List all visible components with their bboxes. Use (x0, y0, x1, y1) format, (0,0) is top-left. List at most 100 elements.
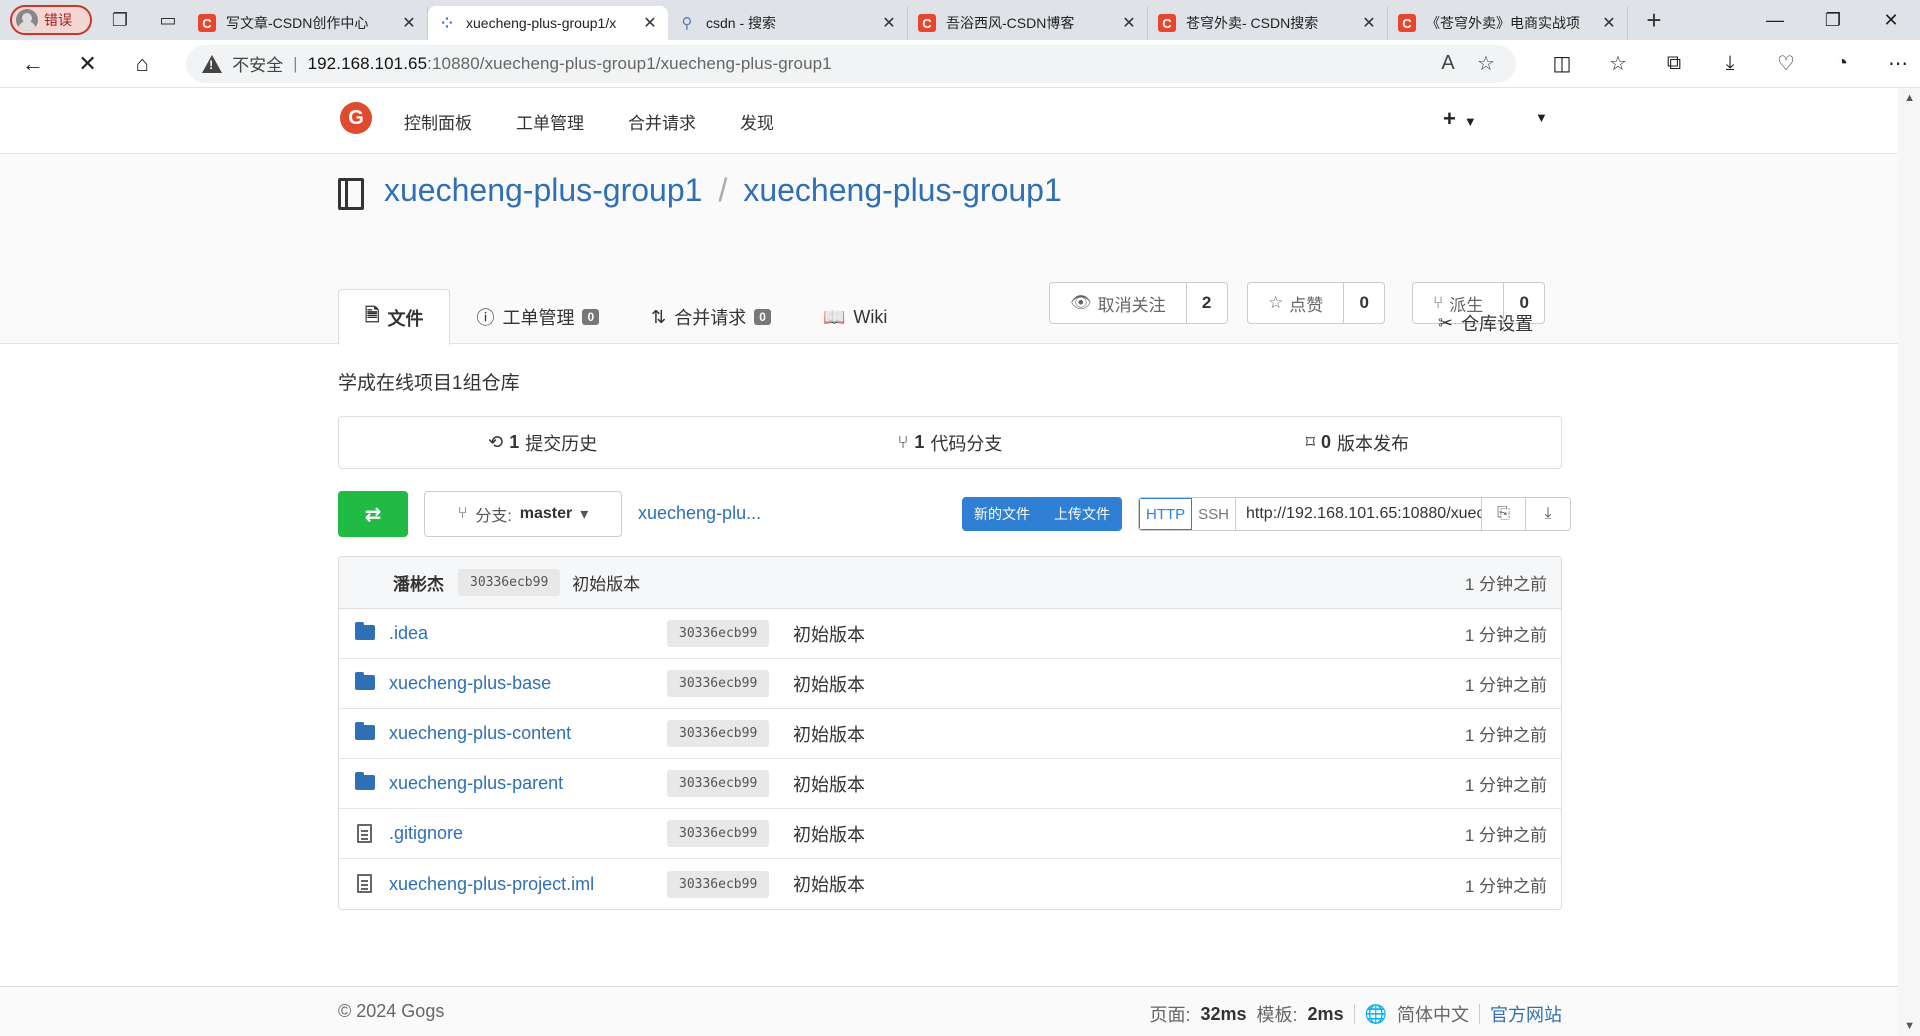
file-buttons: 新的文件 上传文件 (962, 497, 1122, 531)
close-window-icon[interactable]: ✕ (1862, 0, 1920, 40)
new-file-button[interactable]: 新的文件 (962, 497, 1042, 531)
nav-link[interactable]: 发现 (740, 109, 774, 134)
collections-icon[interactable]: ⧉ (1652, 46, 1696, 82)
repo-owner-link[interactable]: xuecheng-plus-group1 (384, 172, 702, 209)
home-icon[interactable]: ⌂ (120, 46, 164, 82)
close-tab-icon[interactable]: ✕ (401, 13, 417, 33)
close-tab-icon[interactable]: ✕ (1601, 13, 1617, 33)
repo-title-slash: / (718, 172, 728, 208)
workspaces-icon[interactable]: ❐ (100, 5, 140, 35)
clone-url-input[interactable]: http://192.168.101.65:10880/xuecheng-plu… (1236, 498, 1483, 530)
address-bar[interactable]: 不安全 | 192.168.101.65:10880/xuecheng-plus… (186, 44, 1516, 83)
browser-tab[interactable]: C 吾浴西风-CSDN博客 ✕ (908, 6, 1148, 40)
file-name-link[interactable]: xuecheng-plus-parent (389, 773, 563, 794)
commits-stat[interactable]: ⟲ 1 提交历史 (339, 417, 746, 468)
edge-extension-icon[interactable]: ◔ (1820, 46, 1864, 82)
user-menu-chevron-icon[interactable]: ▼ (1535, 110, 1548, 125)
close-tab-icon[interactable]: ✕ (881, 13, 897, 33)
tab-issues[interactable]: ⓘ 工单管理 0 (450, 290, 625, 344)
branch-selector[interactable]: ⑂ 分支: master ▾ (424, 491, 622, 537)
back-icon[interactable]: ← (11, 46, 55, 82)
stop-loading-icon[interactable]: ✕ (66, 46, 110, 82)
compare-button[interactable]: ⇄ (338, 491, 408, 537)
file-commit-sha[interactable]: 30336ecb99 (667, 770, 770, 797)
browser-tab[interactable]: C 苍穹外卖- CSDN搜索 ✕ (1148, 6, 1388, 40)
file-commit-sha[interactable]: 30336ecb99 (667, 820, 770, 847)
browser-tab[interactable]: ⁘ xuecheng-plus-group1/x ✕ (428, 6, 668, 40)
branches-stat[interactable]: ⑂ 1 代码分支 (746, 417, 1153, 468)
page-scrollbar[interactable]: ▲ ▼ (1898, 88, 1920, 1036)
official-website-link[interactable]: 官方网站 (1490, 1001, 1562, 1027)
tab-files[interactable]: 🗎 文件 (338, 289, 451, 345)
tab-pulls[interactable]: ⇅ 合并请求 0 (625, 290, 797, 344)
folder-icon (355, 772, 375, 790)
nav-link[interactable]: 合并请求 (628, 109, 696, 134)
split-screen-icon[interactable]: ◫ (1540, 46, 1584, 82)
new-tab-button[interactable]: + (1634, 5, 1674, 36)
create-menu-button[interactable]: + ▼ (1443, 106, 1477, 132)
file-commit-sha[interactable]: 30336ecb99 (667, 620, 770, 647)
downloads-icon[interactable]: ⤓ (1708, 46, 1752, 82)
file-name-link[interactable]: .idea (389, 623, 428, 644)
browser-tab[interactable]: ⚲ csdn - 搜索 ✕ (668, 6, 908, 40)
favorite-star-icon[interactable]: ☆ (1472, 51, 1500, 76)
commit-author[interactable]: 潘彬杰 (393, 570, 444, 595)
file-name-link[interactable]: xuecheng-plus-project.iml (389, 874, 594, 895)
star-button[interactable]: ☆ 点赞 (1248, 283, 1345, 323)
browser-tab[interactable]: C 《苍穹外卖》电商实战项 ✕ (1388, 6, 1628, 40)
unwatch-button[interactable]: 👁 取消关注 (1050, 283, 1187, 323)
http-clone-button[interactable]: HTTP (1139, 498, 1193, 530)
pulls-count-badge: 0 (754, 309, 771, 325)
scroll-down-icon[interactable]: ▼ (1904, 1020, 1915, 1032)
file-name-link[interactable]: xuecheng-plus-content (389, 723, 571, 744)
download-icon[interactable]: ⤓ (1526, 498, 1570, 530)
file-commit-sha[interactable]: 30336ecb99 (667, 670, 770, 697)
star-count[interactable]: 0 (1344, 283, 1384, 323)
restore-icon[interactable]: ❐ (1804, 0, 1862, 40)
nav-link[interactable]: 工单管理 (516, 109, 584, 134)
copy-icon[interactable]: ⎘ (1482, 498, 1527, 530)
file-commit-message: 初始版本 (793, 724, 865, 745)
file-row: .gitignore 30336ecb99 初始版本 1 分钟之前 (339, 809, 1561, 859)
breadcrumb-path-link[interactable]: xuecheng-plu... (638, 503, 761, 524)
browser-tab[interactable]: C 写文章-CSDN创作中心 ✕ (188, 6, 428, 40)
close-tab-icon[interactable]: ✕ (1121, 13, 1137, 33)
insecure-label[interactable]: 不安全 (232, 51, 283, 76)
url-text[interactable]: 192.168.101.65:10880/xuecheng-plus-group… (308, 54, 1424, 74)
compare-icon: ⇄ (364, 503, 382, 526)
close-tab-icon[interactable]: ✕ (1361, 13, 1377, 33)
file-name-link[interactable]: xuecheng-plus-base (389, 673, 551, 694)
upload-file-button[interactable]: 上传文件 (1042, 497, 1122, 531)
gogs-logo-icon[interactable]: G (340, 102, 372, 134)
releases-stat[interactable]: ⌑ 0 版本发布 (1154, 417, 1561, 468)
minimize-icon[interactable]: — (1746, 0, 1804, 40)
performance-icon[interactable]: ♡ (1764, 46, 1808, 82)
tab-wiki[interactable]: 📖 Wiki (797, 290, 913, 344)
tab-actions-icon[interactable]: ▭ (148, 5, 188, 35)
commit-sha[interactable]: 30336ecb99 (458, 569, 561, 596)
file-commit-time: 1 分钟之前 (1464, 876, 1547, 896)
scroll-up-icon[interactable]: ▲ (1904, 92, 1915, 104)
footer-divider (1353, 1004, 1355, 1024)
nav-link[interactable]: 控制面板 (404, 109, 472, 134)
tab-title: xuecheng-plus-group1/x (466, 15, 617, 31)
gogs-top-nav: G 控制面板 工单管理 合并请求 发现 + ▼ ▼ (0, 88, 1898, 154)
file-commit-time: 1 分钟之前 (1464, 776, 1547, 795)
language-selector[interactable]: 简体中文 (1397, 1001, 1469, 1027)
warning-icon[interactable] (202, 54, 223, 73)
close-tab-icon[interactable]: ✕ (642, 13, 658, 33)
read-aloud-icon[interactable]: A (1434, 52, 1462, 75)
ssh-clone-button[interactable]: SSH (1192, 498, 1237, 530)
more-menu-icon[interactable]: ⋯ (1876, 46, 1920, 82)
branch-icon: ⑂ (897, 432, 909, 452)
nav-links: 控制面板 工单管理 合并请求 发现 (404, 88, 774, 154)
tab-settings[interactable]: ✂ 仓库设置 (1438, 310, 1533, 336)
profile-button[interactable]: 错误 (10, 5, 92, 35)
file-commit-sha[interactable]: 30336ecb99 (667, 870, 770, 898)
repo-name-link[interactable]: xuecheng-plus-group1 (743, 172, 1061, 209)
file-commit-sha[interactable]: 30336ecb99 (667, 720, 770, 747)
favorites-icon[interactable]: ☆ (1596, 46, 1640, 82)
watch-count[interactable]: 2 (1187, 283, 1227, 323)
file-name-link[interactable]: .gitignore (389, 823, 463, 844)
browser-toolbar: ← ✕ ⌂ 不安全 | 192.168.101.65:10880/xuechen… (0, 40, 1920, 88)
